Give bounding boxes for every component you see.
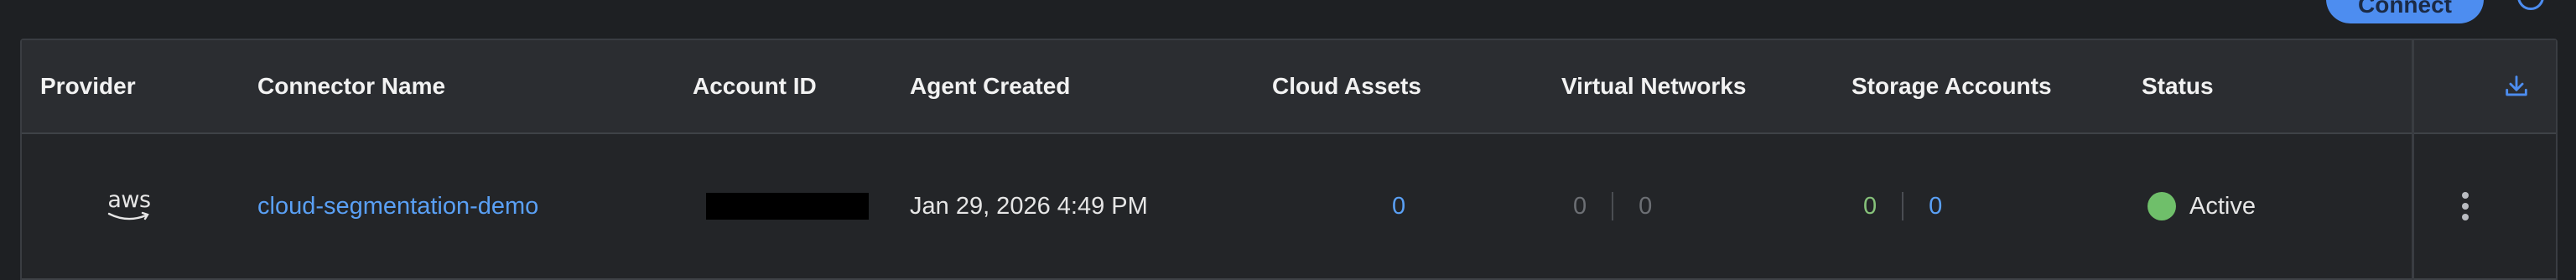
virtual-networks-count-a: 0 (1573, 192, 1587, 220)
virtual-networks-count-b: 0 (1639, 192, 1653, 220)
storage-accounts-cell: 0 0 (1863, 134, 1942, 278)
header-provider[interactable]: Provider (40, 40, 136, 132)
connector-name-link[interactable]: cloud-segmentation-demo (257, 134, 538, 278)
header-agent-created[interactable]: Agent Created (910, 40, 1070, 132)
account-id-redacted (706, 193, 869, 220)
account-id-cell (706, 134, 869, 278)
download-icon (2506, 75, 2527, 96)
connect-button-label: Connect (2358, 0, 2452, 18)
connect-button[interactable]: Connect (2326, 0, 2484, 23)
storage-accounts-count-a[interactable]: 0 (1863, 193, 1877, 220)
column-divider (2412, 40, 2414, 280)
agent-created-cell: Jan 29, 2026 4:49 PM (910, 192, 1148, 220)
header-virtual-networks[interactable]: Virtual Networks (1561, 40, 1746, 132)
help-icon[interactable] (2517, 0, 2544, 10)
kebab-menu-icon (2462, 192, 2469, 220)
header-status[interactable]: Status (2142, 40, 2214, 132)
pair-divider (1902, 192, 1904, 220)
header-storage-accounts[interactable]: Storage Accounts (1852, 40, 2052, 132)
storage-accounts-count-b[interactable]: 0 (1929, 193, 1942, 220)
connectors-table: Provider Connector Name Account ID Agent… (20, 39, 2558, 280)
aws-logo: aws (106, 189, 153, 223)
aws-smile-icon (107, 211, 149, 220)
provider-cell: aws (106, 134, 153, 278)
download-button[interactable] (2502, 40, 2531, 132)
cloud-assets-count[interactable]: 0 (1392, 134, 1405, 278)
status-badge: Active (2189, 192, 2256, 220)
table-header-row: Provider Connector Name Account ID Agent… (22, 40, 2556, 134)
row-actions-button[interactable] (2462, 134, 2469, 278)
aws-logo-text: aws (107, 187, 151, 213)
table-row[interactable]: aws cloud-segmentation-demo Jan 29, 2026… (22, 134, 2556, 280)
virtual-networks-cell: 0 0 (1573, 134, 1652, 278)
header-account-id[interactable]: Account ID (693, 40, 817, 132)
status-active-dot (2148, 192, 2176, 220)
page: Connect Provider Connector Name Account … (0, 0, 2576, 280)
header-cloud-assets[interactable]: Cloud Assets (1272, 40, 1421, 132)
pair-divider (1612, 192, 1614, 220)
status-cell: Active (2148, 134, 2256, 278)
header-connector-name[interactable]: Connector Name (257, 40, 445, 132)
